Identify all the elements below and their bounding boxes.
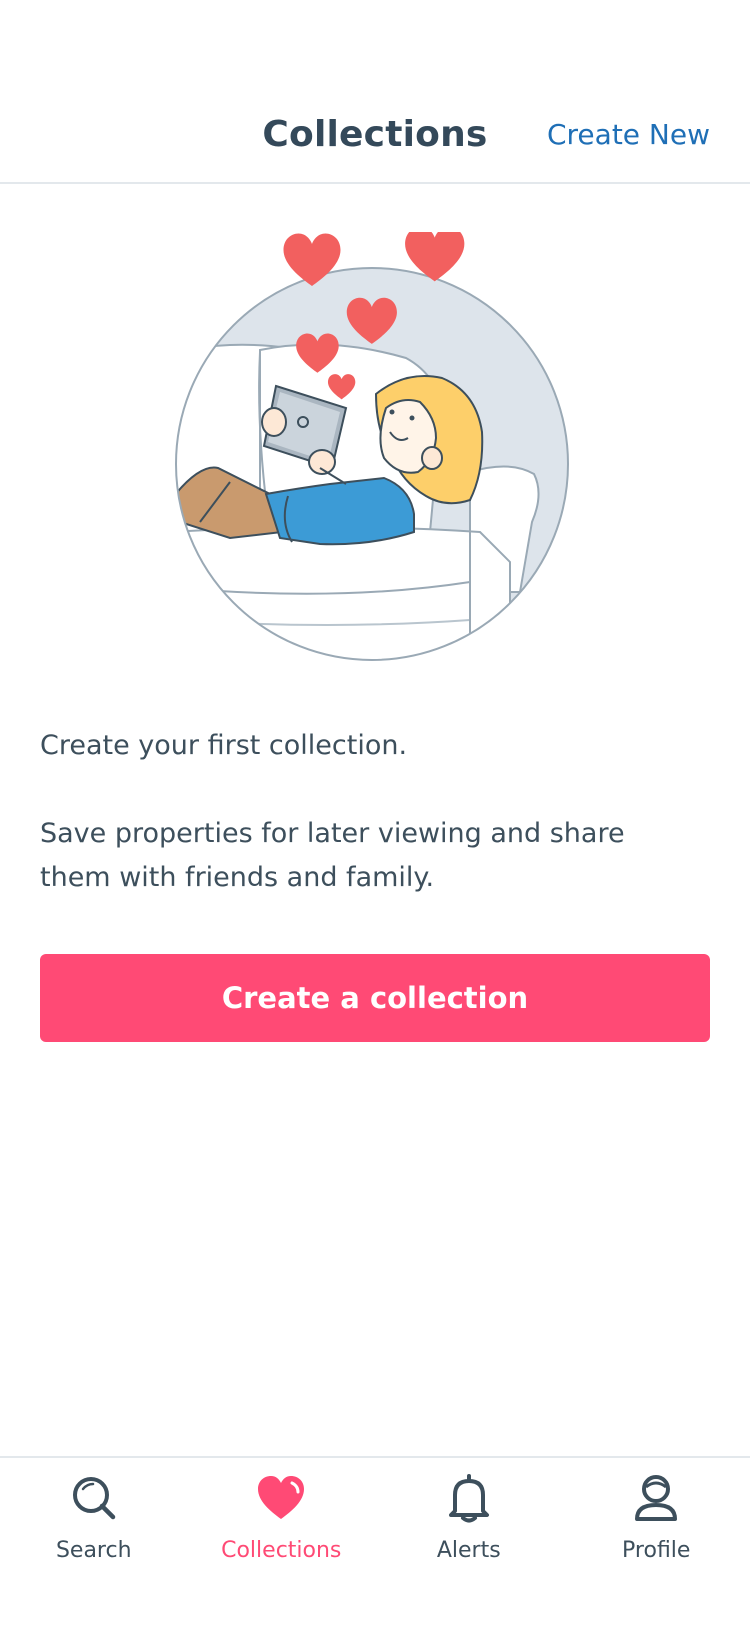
bell-icon [444,1470,494,1526]
tab-label: Search [56,1538,132,1563]
tab-label: Alerts [437,1538,501,1563]
empty-state-heading: Create your first collection. [40,724,720,768]
create-collection-label: Create a collection [222,981,528,1015]
tab-label: Profile [622,1538,690,1563]
create-new-link[interactable]: Create New [547,118,710,151]
search-icon [69,1470,119,1526]
tab-profile[interactable]: Profile [563,1458,750,1626]
empty-collections-illustration [170,232,586,670]
profile-icon [631,1470,681,1526]
tab-alerts[interactable]: Alerts [375,1458,563,1626]
tab-label: Collections [221,1538,341,1563]
empty-state-description: Save properties for later viewing and sh… [40,812,680,900]
top-header: Collections Create New [0,0,750,184]
heart-icon [256,1470,306,1526]
tab-search[interactable]: Search [0,1458,188,1626]
tab-collections[interactable]: Collections [188,1458,376,1626]
bottom-tab-bar: Search Collections Alerts [0,1456,750,1626]
create-collection-button[interactable]: Create a collection [40,954,710,1042]
